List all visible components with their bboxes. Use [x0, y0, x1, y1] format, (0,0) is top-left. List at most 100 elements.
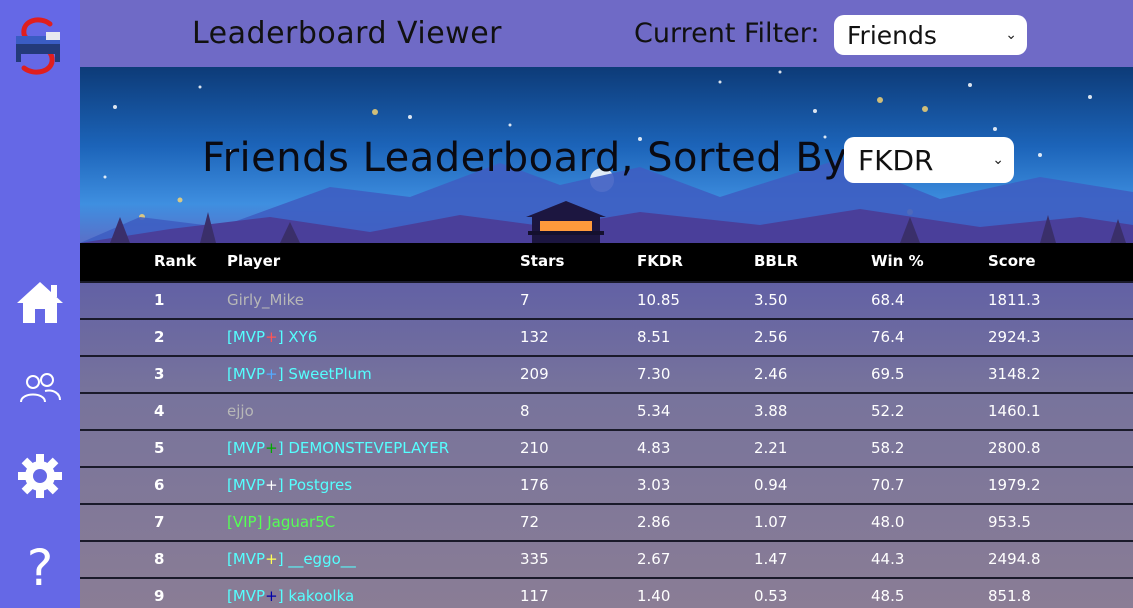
rank-tag-close: ] — [277, 587, 289, 605]
rank-tag: [MVP — [227, 365, 266, 383]
sidebar-item-settings[interactable] — [0, 452, 80, 504]
rank-cell: 4 — [154, 402, 165, 420]
rank-plus: + — [265, 587, 278, 605]
score-cell: 2924.3 — [988, 328, 1041, 346]
bblr-cell: 0.53 — [754, 587, 788, 605]
leaderboard-table: Rank Player Stars FKDR BBLR Win % Score … — [80, 243, 1133, 608]
table-row[interactable]: 4 ejjo 8 5.34 3.88 52.2 1460.1 — [80, 392, 1133, 429]
fkdr-cell: 1.40 — [637, 587, 671, 605]
column-header-player[interactable]: Player — [227, 252, 280, 270]
rank-plus: + — [265, 476, 278, 494]
table-row[interactable]: 6 [MVP+] Postgres 176 3.03 0.94 70.7 1979.2 — [80, 466, 1133, 503]
player-name: Postgres — [288, 476, 353, 494]
rank-tag-close: ] — [277, 550, 289, 568]
table-row[interactable]: 5 [MVP+] DEMONSTEVEPLAYER 210 4.83 2.21 58.2 2… — [80, 429, 1133, 466]
score-cell: 2800.8 — [988, 439, 1041, 457]
rank-cell: 2 — [154, 328, 165, 346]
sidebar-item-help[interactable]: ? — [0, 539, 80, 597]
win-percent-cell: 48.0 — [871, 513, 905, 531]
fkdr-cell: 7.30 — [637, 365, 671, 383]
win-percent-cell: 58.2 — [871, 439, 905, 457]
stars-cell: 335 — [520, 550, 549, 568]
bblr-cell: 2.21 — [754, 439, 788, 457]
rank-plus: + — [265, 328, 278, 346]
rank-tag: [MVP — [227, 476, 266, 494]
player-cell[interactable]: [MVP+] __eggo__ — [227, 550, 356, 568]
sort-select[interactable]: FKDR ⌄ — [844, 137, 1014, 183]
table-row[interactable]: 8 [MVP+] __eggo__ 335 2.67 1.47 44.3 2494.8 — [80, 540, 1133, 577]
bblr-cell: 3.50 — [754, 291, 788, 309]
win-percent-cell: 52.2 — [871, 402, 905, 420]
rank-tag-close: ] — [277, 439, 289, 457]
score-cell: 953.5 — [988, 513, 1031, 531]
bblr-cell: 1.07 — [754, 513, 788, 531]
sidebar-item-friends[interactable] — [0, 368, 80, 412]
bblr-cell: 2.56 — [754, 328, 788, 346]
app-logo — [10, 14, 70, 80]
rank-tag: [MVP — [227, 328, 266, 346]
fkdr-cell: 2.67 — [637, 550, 671, 568]
rank-tag: [MVP — [227, 439, 266, 457]
filter-select[interactable]: Friends ⌄ — [834, 15, 1027, 55]
player-name: SweetPlum — [288, 365, 372, 383]
rank-cell: 7 — [154, 513, 165, 531]
stars-cell: 176 — [520, 476, 549, 494]
player-cell[interactable]: [MVP+] DEMONSTEVEPLAYER — [227, 439, 449, 457]
table-row[interactable]: 9 [MVP+] kakoolka 117 1.40 0.53 48.5 851.8 — [80, 577, 1133, 608]
gear-icon — [16, 452, 64, 504]
column-header-rank[interactable]: Rank — [154, 252, 196, 270]
sidebar-item-home[interactable] — [0, 276, 80, 332]
table-row[interactable]: 2 [MVP+] XY6 132 8.51 2.56 76.4 2924.3 — [80, 318, 1133, 355]
score-cell: 2494.8 — [988, 550, 1041, 568]
filter-label: Current Filter: — [634, 18, 820, 49]
score-cell: 1811.3 — [988, 291, 1041, 309]
users-icon — [18, 372, 62, 408]
column-header-bblr[interactable]: BBLR — [754, 252, 798, 270]
stars-cell: 8 — [520, 402, 530, 420]
score-cell: 1460.1 — [988, 402, 1041, 420]
win-percent-cell: 76.4 — [871, 328, 905, 346]
table-row[interactable]: 1 Girly_Mike 7 10.85 3.50 68.4 1811.3 — [80, 281, 1133, 318]
rank-cell: 6 — [154, 476, 165, 494]
rank-tag-close: ] — [277, 328, 289, 346]
player-name: XY6 — [288, 328, 318, 346]
player-cell[interactable]: [MVP+] SweetPlum — [227, 365, 372, 383]
stars-cell: 209 — [520, 365, 549, 383]
rank-tag-close: ] — [277, 476, 289, 494]
rank-cell: 1 — [154, 291, 165, 309]
question-icon: ? — [26, 539, 54, 597]
player-cell[interactable]: [MVP+] XY6 — [227, 328, 317, 346]
player-cell[interactable]: Girly_Mike — [227, 291, 304, 309]
player-cell[interactable]: [VIP] Jaguar5C — [227, 513, 335, 531]
player-name: __eggo__ — [288, 550, 356, 568]
fkdr-cell: 4.83 — [637, 439, 671, 457]
score-cell: 851.8 — [988, 587, 1031, 605]
score-cell: 1979.2 — [988, 476, 1041, 494]
win-percent-cell: 70.7 — [871, 476, 905, 494]
app-title: Leaderboard Viewer — [192, 16, 503, 51]
bblr-cell: 2.46 — [754, 365, 788, 383]
stars-cell: 7 — [520, 291, 530, 309]
rank-cell: 9 — [154, 587, 165, 605]
fkdr-cell: 5.34 — [637, 402, 671, 420]
sort-select-value: FKDR — [858, 143, 934, 177]
table-row[interactable]: 3 [MVP+] SweetPlum 209 7.30 2.46 69.5 3148.2 — [80, 355, 1133, 392]
win-percent-cell: 44.3 — [871, 550, 905, 568]
rank-tag-close: ] — [277, 365, 289, 383]
column-header-stars[interactable]: Stars — [520, 252, 564, 270]
player-name: kakoolka — [288, 587, 355, 605]
table-row[interactable]: 7 [VIP] Jaguar5C 72 2.86 1.07 48.0 953.5 — [80, 503, 1133, 540]
column-header-win[interactable]: Win % — [871, 252, 924, 270]
player-cell[interactable]: ejjo — [227, 402, 254, 420]
filter-select-value: Friends — [847, 20, 937, 50]
score-cell: 3148.2 — [988, 365, 1041, 383]
column-header-score[interactable]: Score — [988, 252, 1036, 270]
player-name: Jaguar5C — [267, 513, 336, 531]
player-cell[interactable]: [MVP+] kakoolka — [227, 587, 354, 605]
win-percent-cell: 69.5 — [871, 365, 905, 383]
board-title: Friends Leaderboard, Sorted By — [202, 135, 848, 181]
column-header-fkdr[interactable]: FKDR — [637, 252, 683, 270]
sidebar: ? — [0, 0, 80, 608]
rank-cell: 5 — [154, 439, 165, 457]
player-cell[interactable]: [MVP+] Postgres — [227, 476, 352, 494]
